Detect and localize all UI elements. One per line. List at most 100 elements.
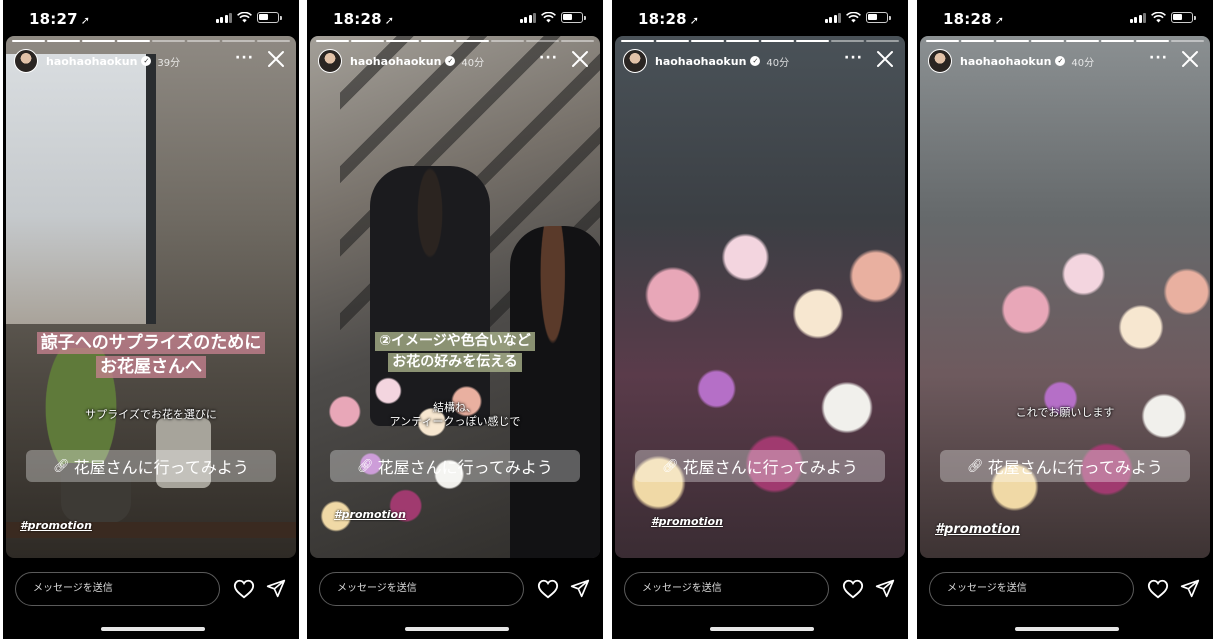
message-input[interactable]: メッセージを送信 [319, 572, 524, 606]
story-media[interactable]: haohaohaokun ✓ 40分 ··· ②イメージや色合いなど お花の好み… [310, 36, 600, 558]
story-header: haohaohaokun ✓ 39分 ··· [14, 48, 288, 74]
link-sticker[interactable]: 🔗︎ 花屋さんに行ってみよう [26, 450, 276, 482]
headline-line-1: ②イメージや色合いなど [375, 332, 535, 351]
hashtag-promotion[interactable]: #promotion [20, 519, 92, 532]
headline-line-2: お花の好みを伝える [388, 353, 522, 372]
verified-badge-icon: ✓ [750, 56, 761, 66]
system-icons [824, 12, 891, 23]
wifi-icon [237, 12, 252, 23]
message-input[interactable]: メッセージを送信 [624, 572, 829, 606]
story-footer: メッセージを送信 [307, 558, 603, 639]
more-icon[interactable]: ··· [844, 50, 863, 66]
story-footer: メッセージを送信 [3, 558, 299, 639]
cellular-signal-icon [824, 12, 841, 23]
heart-icon[interactable] [233, 578, 255, 600]
flowers-scene [980, 203, 1210, 558]
post-age: 40分 [1071, 57, 1095, 69]
username[interactable]: haohaohaokun [960, 55, 1051, 68]
username[interactable]: haohaohaokun [655, 55, 746, 68]
hashtag-promotion[interactable]: #promotion [334, 508, 406, 521]
home-indicator[interactable] [405, 627, 509, 631]
story-media[interactable]: haohaohaokun ✓ 40分 ··· 🔗︎ 花屋さんに行ってみよう #pr… [615, 36, 905, 558]
headline-caption: 諒子へのサプライズのために お花屋さんへ [6, 332, 296, 380]
story-panel-3: 18:28 ➚ haohaohaokun ✓ 40分 ··· 🔗︎ 花屋さんに行って… [612, 0, 908, 639]
close-icon[interactable] [875, 48, 895, 70]
home-indicator[interactable] [1015, 627, 1119, 631]
status-bar: 18:28 ➚ [917, 0, 1213, 38]
link-icon: 🔗︎ [357, 458, 374, 474]
story-progress [316, 40, 594, 42]
story-progress [621, 40, 899, 42]
post-age: 39分 [157, 57, 181, 69]
story-progress [926, 40, 1204, 42]
story-header: haohaohaokun ✓ 40分 ··· [318, 48, 592, 74]
more-icon[interactable]: ··· [235, 50, 254, 66]
link-sticker[interactable]: 🔗︎ 花屋さんに行ってみよう [940, 450, 1190, 482]
story-footer: メッセージを送信 [917, 558, 1213, 639]
status-bar: 18:28 ➚ [307, 0, 603, 38]
story-panel-4: 18:28 ➚ haohaohaokun ✓ 40分 ··· これでお願いします … [917, 0, 1213, 639]
status-bar: 18:28 ➚ [612, 0, 908, 38]
subtitle-caption: これでお願いします [1015, 406, 1115, 419]
location-arrow-icon: ➚ [689, 14, 700, 27]
system-icons [519, 12, 586, 23]
link-sticker[interactable]: 🔗︎ 花屋さんに行ってみよう [330, 450, 580, 482]
heart-icon[interactable] [537, 578, 559, 600]
hashtag-promotion[interactable]: #promotion [935, 522, 1020, 537]
cellular-signal-icon [1129, 12, 1146, 23]
woman-scene [510, 226, 600, 558]
story-panel-2: 18:28 ➚ haohaohaokun ✓ 40分 ··· ②イメージや色合いな… [307, 0, 603, 639]
close-icon[interactable] [1180, 48, 1200, 70]
battery-icon [561, 12, 586, 23]
send-icon[interactable] [266, 578, 286, 598]
wifi-icon [1151, 12, 1166, 23]
home-indicator[interactable] [710, 627, 814, 631]
headline-line-2: お花屋さんへ [96, 356, 206, 378]
story-media[interactable]: haohaohaokun ✓ 39分 ··· 諒子へのサプライズのために お花屋… [6, 36, 296, 558]
message-input[interactable]: メッセージを送信 [15, 572, 220, 606]
avatar[interactable] [14, 49, 38, 73]
wifi-icon [846, 12, 861, 23]
heart-icon[interactable] [842, 578, 864, 600]
story-header: haohaohaokun ✓ 40分 ··· [928, 48, 1202, 74]
battery-icon [1171, 12, 1196, 23]
username[interactable]: haohaohaokun [350, 55, 441, 68]
location-arrow-icon: ➚ [80, 14, 91, 27]
battery-icon [257, 12, 282, 23]
subtitle-caption: サプライズでお花を選びに [85, 408, 217, 421]
story-header: haohaohaokun ✓ 40分 ··· [623, 48, 897, 74]
cellular-signal-icon [519, 12, 536, 23]
avatar[interactable] [928, 49, 952, 73]
status-time: 18:27 ➚ [29, 10, 91, 28]
more-icon[interactable]: ··· [539, 50, 558, 66]
status-time: 18:28 ➚ [638, 10, 700, 28]
link-sticker[interactable]: 🔗︎ 花屋さんに行ってみよう [635, 450, 885, 482]
send-icon[interactable] [570, 578, 590, 598]
battery-icon [866, 12, 891, 23]
close-icon[interactable] [266, 48, 286, 70]
headline-caption: ②イメージや色合いなど お花の好みを伝える [310, 332, 600, 374]
username[interactable]: haohaohaokun [46, 55, 137, 68]
heart-icon[interactable] [1147, 578, 1169, 600]
story-progress [12, 40, 290, 42]
message-input[interactable]: メッセージを送信 [929, 572, 1134, 606]
send-icon[interactable] [875, 578, 895, 598]
close-icon[interactable] [570, 48, 590, 70]
more-icon[interactable]: ··· [1149, 50, 1168, 66]
verified-badge-icon: ✓ [141, 56, 152, 66]
avatar[interactable] [623, 49, 647, 73]
link-icon: 🔗︎ [967, 458, 984, 474]
send-icon[interactable] [1180, 578, 1200, 598]
avatar[interactable] [318, 49, 342, 73]
window-scene [6, 54, 156, 324]
story-footer: メッセージを送信 [612, 558, 908, 639]
home-indicator[interactable] [101, 627, 205, 631]
verified-badge-icon: ✓ [445, 56, 456, 66]
story-media[interactable]: haohaohaokun ✓ 40分 ··· これでお願いします 🔗︎ 花屋さんに… [920, 36, 1210, 558]
flowers-scene [615, 182, 905, 558]
post-age: 40分 [766, 57, 790, 69]
hashtag-promotion[interactable]: #promotion [651, 515, 723, 528]
cellular-signal-icon [215, 12, 232, 23]
post-age: 40分 [461, 57, 485, 69]
link-icon: 🔗︎ [53, 458, 70, 474]
